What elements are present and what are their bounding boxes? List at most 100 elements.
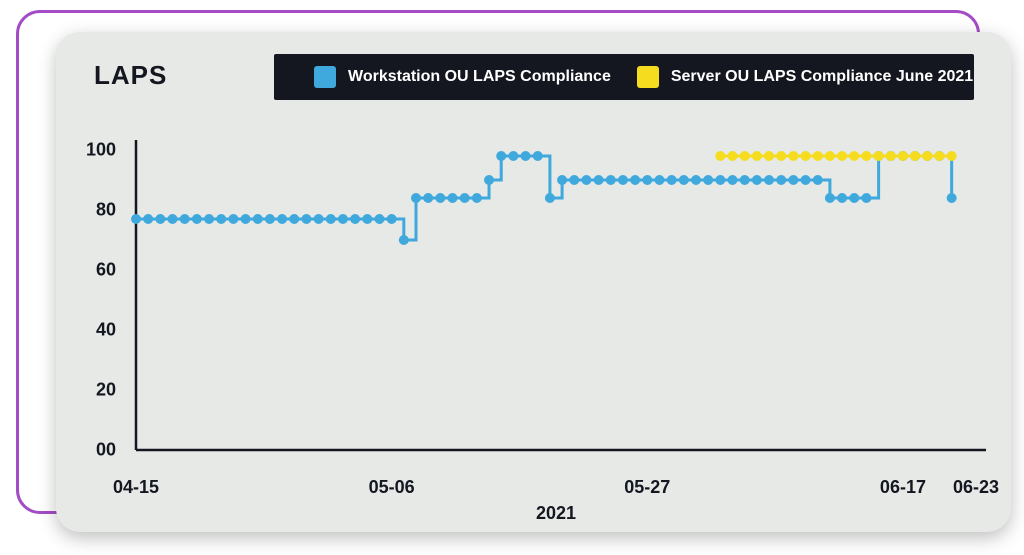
data-point-workstation bbox=[387, 214, 397, 224]
data-point-workstation bbox=[947, 193, 957, 203]
data-point-workstation bbox=[776, 175, 786, 185]
data-point-workstation bbox=[338, 214, 348, 224]
data-point-workstation bbox=[204, 214, 214, 224]
y-tick-label: 40 bbox=[76, 320, 116, 341]
data-point-workstation bbox=[728, 175, 738, 185]
data-point-server bbox=[776, 151, 786, 161]
data-point-workstation bbox=[679, 175, 689, 185]
data-point-workstation bbox=[241, 214, 251, 224]
y-tick-label: 60 bbox=[76, 260, 116, 281]
data-point-workstation bbox=[606, 175, 616, 185]
chart-svg bbox=[126, 140, 986, 470]
data-point-workstation bbox=[423, 193, 433, 203]
data-point-workstation bbox=[654, 175, 664, 185]
data-point-workstation bbox=[642, 175, 652, 185]
data-point-workstation bbox=[168, 214, 178, 224]
data-point-workstation bbox=[581, 175, 591, 185]
plot-area: 2021 002040608010004-1505-0605-2706-1706… bbox=[126, 140, 986, 530]
data-point-workstation bbox=[216, 214, 226, 224]
data-point-workstation bbox=[484, 175, 494, 185]
data-point-server bbox=[752, 151, 762, 161]
data-point-server bbox=[825, 151, 835, 161]
data-point-workstation bbox=[435, 193, 445, 203]
data-point-workstation bbox=[496, 151, 506, 161]
data-point-workstation bbox=[557, 175, 567, 185]
data-point-workstation bbox=[813, 175, 823, 185]
data-point-workstation bbox=[667, 175, 677, 185]
data-point-workstation bbox=[131, 214, 141, 224]
data-point-workstation bbox=[265, 214, 275, 224]
legend-item-workstation: Workstation OU LAPS Compliance bbox=[314, 66, 611, 88]
data-point-workstation bbox=[460, 193, 470, 203]
data-point-workstation bbox=[715, 175, 725, 185]
data-point-server bbox=[764, 151, 774, 161]
data-point-workstation bbox=[825, 193, 835, 203]
data-point-workstation bbox=[788, 175, 798, 185]
data-point-workstation bbox=[691, 175, 701, 185]
data-point-server bbox=[849, 151, 859, 161]
data-point-workstation bbox=[448, 193, 458, 203]
x-tick-label: 05-27 bbox=[624, 477, 670, 498]
data-point-workstation bbox=[399, 235, 409, 245]
x-tick-label: 06-17 bbox=[880, 477, 926, 498]
data-point-server bbox=[788, 151, 798, 161]
data-point-server bbox=[837, 151, 847, 161]
y-tick-label: 20 bbox=[76, 380, 116, 401]
data-point-workstation bbox=[362, 214, 372, 224]
data-point-workstation bbox=[849, 193, 859, 203]
data-point-workstation bbox=[289, 214, 299, 224]
y-tick-label: 80 bbox=[76, 200, 116, 221]
data-point-workstation bbox=[764, 175, 774, 185]
legend-label-server: Server OU LAPS Compliance June 2021 bbox=[671, 68, 973, 86]
y-tick-label: 00 bbox=[76, 440, 116, 461]
data-point-server bbox=[898, 151, 908, 161]
data-point-server bbox=[934, 151, 944, 161]
chart-card: LAPS Workstation OU LAPS Compliance Serv… bbox=[56, 32, 1011, 532]
data-point-server bbox=[715, 151, 725, 161]
x-tick-label: 04-15 bbox=[113, 477, 159, 498]
data-point-server bbox=[740, 151, 750, 161]
data-point-workstation bbox=[350, 214, 360, 224]
legend-item-server: Server OU LAPS Compliance June 2021 bbox=[637, 66, 973, 88]
data-point-server bbox=[947, 151, 957, 161]
data-point-server bbox=[922, 151, 932, 161]
data-point-server bbox=[874, 151, 884, 161]
data-point-server bbox=[910, 151, 920, 161]
data-point-workstation bbox=[752, 175, 762, 185]
x-axis-title: 2021 bbox=[126, 503, 986, 524]
data-point-workstation bbox=[521, 151, 531, 161]
data-point-workstation bbox=[801, 175, 811, 185]
data-point-workstation bbox=[253, 214, 263, 224]
data-point-server bbox=[801, 151, 811, 161]
data-point-workstation bbox=[618, 175, 628, 185]
data-point-server bbox=[728, 151, 738, 161]
data-point-workstation bbox=[703, 175, 713, 185]
data-point-workstation bbox=[143, 214, 153, 224]
legend-swatch-workstation bbox=[314, 66, 336, 88]
data-point-workstation bbox=[374, 214, 384, 224]
data-point-workstation bbox=[472, 193, 482, 203]
data-point-workstation bbox=[277, 214, 287, 224]
data-point-workstation bbox=[837, 193, 847, 203]
legend-label-workstation: Workstation OU LAPS Compliance bbox=[348, 68, 611, 86]
data-point-workstation bbox=[508, 151, 518, 161]
data-point-workstation bbox=[228, 214, 238, 224]
data-point-workstation bbox=[861, 193, 871, 203]
data-point-workstation bbox=[740, 175, 750, 185]
data-point-workstation bbox=[411, 193, 421, 203]
x-tick-label: 06-23 bbox=[953, 477, 999, 498]
x-tick-label: 05-06 bbox=[369, 477, 415, 498]
data-point-server bbox=[813, 151, 823, 161]
y-tick-label: 100 bbox=[76, 140, 116, 161]
data-point-workstation bbox=[569, 175, 579, 185]
data-point-server bbox=[861, 151, 871, 161]
legend-swatch-server bbox=[637, 66, 659, 88]
data-point-workstation bbox=[545, 193, 555, 203]
data-point-workstation bbox=[180, 214, 190, 224]
data-point-workstation bbox=[326, 214, 336, 224]
data-point-workstation bbox=[630, 175, 640, 185]
data-point-workstation bbox=[533, 151, 543, 161]
data-point-workstation bbox=[192, 214, 202, 224]
legend: Workstation OU LAPS Compliance Server OU… bbox=[274, 54, 974, 100]
data-point-workstation bbox=[301, 214, 311, 224]
